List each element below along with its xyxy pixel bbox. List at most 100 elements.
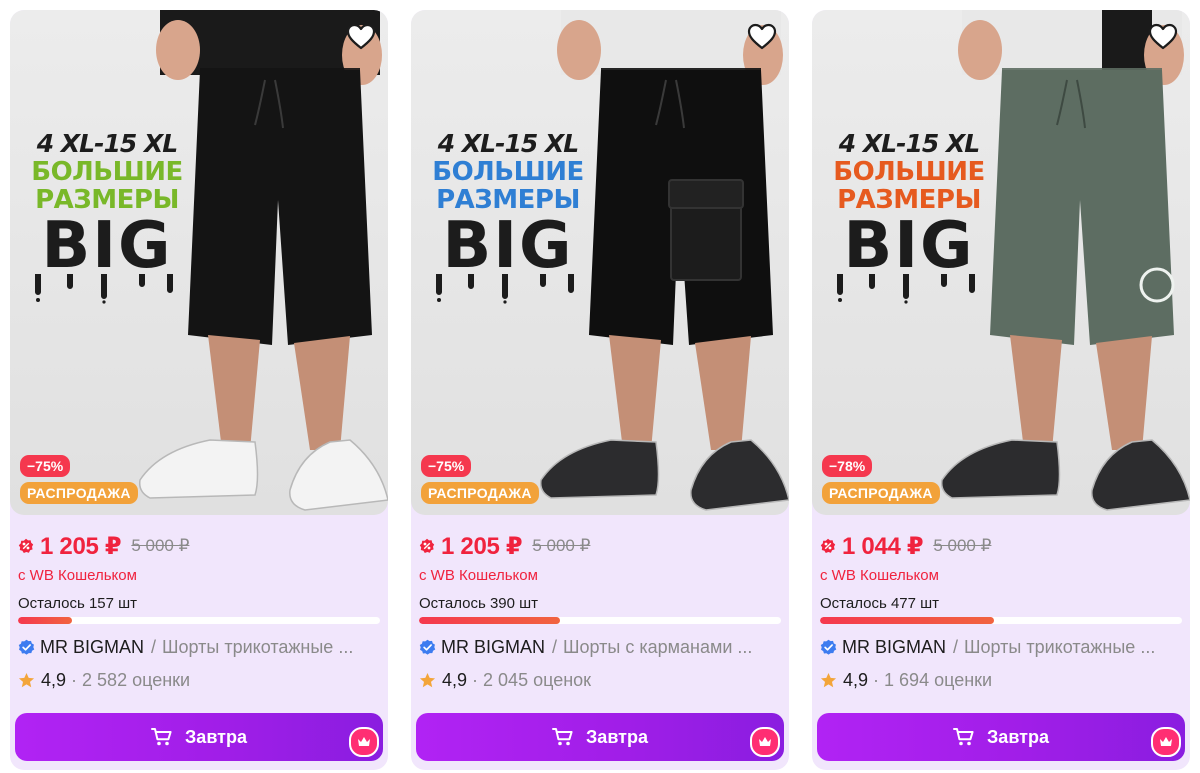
- stock-progress-bar: [18, 617, 380, 624]
- product-info: 1 205 ₽ 5 000 ₽ с WB Кошельком Осталось …: [18, 532, 380, 691]
- old-price: 5 000 ₽: [933, 536, 992, 555]
- rating-dot: ·: [472, 670, 479, 690]
- left-leg: [208, 335, 260, 450]
- rating-row: 4,9 · 1 694 оценки: [820, 670, 1182, 691]
- product-name[interactable]: Шорты с карманами ...: [563, 637, 752, 658]
- promo-banner: 4 XL-15 XL БОЛЬШИЕ РАЗМЕРЫ BIG: [423, 130, 593, 304]
- reviews-count[interactable]: 2 045 оценок: [483, 670, 591, 691]
- stock-left: Осталось 390 шт: [419, 595, 539, 612]
- promo-sizes: 4 XL-15 XL: [437, 129, 579, 158]
- price-row: 1 044 ₽ 5 000 ₽: [820, 532, 1182, 560]
- price-row: 1 205 ₽ 5 000 ₽: [419, 532, 781, 560]
- left-shoe: [940, 439, 1061, 499]
- rating-dot: ·: [873, 670, 880, 690]
- product-name[interactable]: Шорты трикотажные ...: [162, 637, 353, 658]
- star-icon: [419, 672, 436, 688]
- add-to-cart-button[interactable]: Завтра: [416, 713, 784, 761]
- rating-row: 4,9 · 2 582 оценки: [18, 670, 380, 691]
- promo-line-1: БОЛЬШИЕ: [432, 157, 584, 187]
- brand-row[interactable]: MR BIGMAN / Шорты трикотажные ...: [820, 637, 1182, 658]
- promo-big: BIG: [41, 209, 173, 283]
- left-hand: [557, 20, 601, 80]
- stock-progress-bar: [419, 617, 781, 624]
- product-name[interactable]: Шорты трикотажные ...: [964, 637, 1155, 658]
- discount-badge-icon: [820, 538, 836, 553]
- add-to-cart-button[interactable]: Завтра: [817, 713, 1185, 761]
- heart-icon: [747, 23, 777, 50]
- right-shoe: [690, 439, 789, 511]
- brand-name[interactable]: MR BIGMAN: [441, 637, 545, 658]
- brand-separator: /: [953, 637, 959, 657]
- verified-check-icon: [18, 639, 35, 655]
- star-icon: [820, 672, 837, 688]
- discount-badge: −75%: [421, 455, 472, 477]
- rating-value: 4,9: [41, 670, 67, 690]
- right-shoe: [1091, 439, 1190, 511]
- sale-badge: РАСПРОДАЖА: [421, 482, 539, 504]
- reviews-count[interactable]: 1 694 оценки: [884, 670, 992, 691]
- left-hand: [958, 20, 1002, 80]
- brand-row[interactable]: MR BIGMAN / Шорты трикотажные ...: [18, 637, 380, 658]
- wallet-note: с WB Кошельком: [419, 567, 538, 584]
- brand-row[interactable]: MR BIGMAN / Шорты с карманами ...: [419, 637, 781, 658]
- right-leg: [1096, 336, 1152, 450]
- verified-check-icon: [820, 639, 837, 655]
- right-leg: [695, 336, 751, 450]
- stock-left: Осталось 157 шт: [18, 595, 138, 612]
- cart-icon: [151, 728, 172, 746]
- premium-badge: [1151, 727, 1181, 757]
- promo-line-1: БОЛЬШИЕ: [31, 157, 183, 187]
- discount-badge: −78%: [822, 455, 873, 477]
- old-price: 5 000 ₽: [532, 536, 591, 555]
- right-leg: [294, 336, 350, 450]
- reviews-count[interactable]: 2 582 оценки: [82, 670, 190, 691]
- crown-icon: [759, 737, 771, 746]
- heart-icon: [346, 23, 376, 50]
- rating-dot: ·: [71, 670, 78, 690]
- brand-name[interactable]: MR BIGMAN: [842, 637, 946, 658]
- product-card-2[interactable]: 4 XL-15 XL БОЛЬШИЕ РАЗМЕРЫ BIG −75% РАСП…: [411, 10, 789, 770]
- verified-check-icon: [419, 639, 436, 655]
- brand-separator: /: [552, 637, 558, 657]
- product-card-1[interactable]: 4 XL-15 XL БОЛЬШИЕ РАЗМЕРЫ BIG −75% РАСП…: [10, 10, 388, 770]
- rating-value: 4,9: [843, 670, 869, 690]
- brand-separator: /: [151, 637, 157, 657]
- rating-row: 4,9 · 2 045 оценок: [419, 670, 781, 691]
- promo-sizes: 4 XL-15 XL: [838, 129, 980, 158]
- cart-button-label: Завтра: [185, 726, 247, 747]
- waistband: [1002, 68, 1162, 90]
- stock-progress-fill: [820, 617, 994, 624]
- crown-icon: [358, 737, 370, 746]
- price: 1 205 ₽: [40, 532, 122, 560]
- premium-badge: [750, 727, 780, 757]
- product-photo[interactable]: 4 XL-15 XL БОЛЬШИЕ РАЗМЕРЫ BIG −78% РАСП…: [812, 10, 1190, 515]
- waistband: [200, 68, 360, 90]
- product-info: 1 205 ₽ 5 000 ₽ с WB Кошельком Осталось …: [419, 532, 781, 691]
- favorite-button[interactable]: [344, 20, 378, 54]
- discount-badge-icon: [18, 538, 34, 553]
- product-info: 1 044 ₽ 5 000 ₽ с WB Кошельком Осталось …: [820, 532, 1182, 691]
- discount-badge: −75%: [20, 455, 71, 477]
- left-leg: [1010, 335, 1062, 450]
- stock-left: Осталось 477 шт: [820, 595, 940, 612]
- brand-name[interactable]: MR BIGMAN: [40, 637, 144, 658]
- product-photo[interactable]: 4 XL-15 XL БОЛЬШИЕ РАЗМЕРЫ BIG −75% РАСП…: [411, 10, 789, 515]
- price: 1 205 ₽: [441, 532, 523, 560]
- favorite-button[interactable]: [745, 20, 779, 54]
- premium-badge: [349, 727, 379, 757]
- promo-sizes: 4 XL-15 XL: [36, 129, 178, 158]
- add-to-cart-button[interactable]: Завтра: [15, 713, 383, 761]
- wallet-note: с WB Кошельком: [18, 567, 137, 584]
- promo-big: BIG: [442, 209, 574, 283]
- promo-big: BIG: [843, 209, 975, 283]
- product-card-3[interactable]: 4 XL-15 XL БОЛЬШИЕ РАЗМЕРЫ BIG −78% РАСП…: [812, 10, 1190, 770]
- cart-button-label: Завтра: [987, 726, 1049, 747]
- wallet-note: с WB Кошельком: [820, 567, 939, 584]
- product-photo[interactable]: 4 XL-15 XL БОЛЬШИЕ РАЗМЕРЫ BIG −75% РАСП…: [10, 10, 388, 515]
- favorite-button[interactable]: [1146, 20, 1180, 54]
- rating-value: 4,9: [442, 670, 468, 690]
- product-grid: 4 XL-15 XL БОЛЬШИЕ РАЗМЕРЫ BIG −75% РАСП…: [0, 0, 1200, 773]
- waistband: [601, 68, 761, 90]
- right-shoe: [289, 439, 388, 511]
- left-leg: [609, 335, 661, 450]
